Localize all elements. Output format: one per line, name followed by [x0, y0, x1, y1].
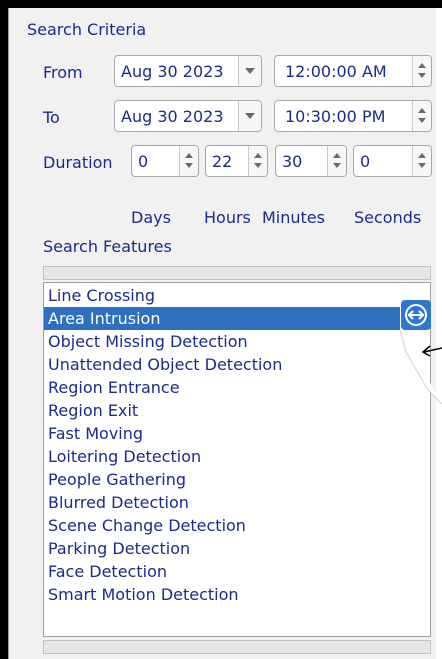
features-top-scrollbar[interactable]: [43, 266, 431, 280]
to-time-spinner[interactable]: [412, 101, 431, 131]
duration-days-value: 0: [138, 152, 149, 171]
from-date-select[interactable]: Aug 30 2023: [114, 55, 262, 87]
duration-seconds-spinbox[interactable]: 0: [353, 145, 432, 177]
to-time-value: 10:30:00 PM: [285, 107, 386, 126]
spin-down-icon[interactable]: [254, 163, 262, 168]
unit-days-label: Days: [131, 208, 171, 227]
duration-hours-spinner[interactable]: [248, 146, 267, 176]
chevron-down-icon: [245, 113, 255, 119]
list-item-line-crossing[interactable]: Line Crossing: [44, 284, 400, 307]
double-arrow-icon: [407, 310, 425, 320]
spin-down-icon[interactable]: [418, 73, 426, 78]
list-item-object-missing-detection[interactable]: Object Missing Detection: [44, 330, 400, 353]
duration-hours-spinbox[interactable]: 22: [205, 145, 268, 177]
move-horizontal-icon[interactable]: [401, 300, 431, 330]
list-item-unattended-object-detection[interactable]: Unattended Object Detection: [44, 353, 400, 376]
from-time-value: 12:00:00 AM: [285, 62, 387, 81]
to-label: To: [43, 108, 60, 127]
to-time-spinbox[interactable]: 10:30:00 PM: [274, 100, 432, 132]
search-features-title: Search Features: [43, 237, 172, 256]
spin-down-icon[interactable]: [418, 163, 426, 168]
duration-seconds-value: 0: [360, 152, 371, 171]
from-time-spinner[interactable]: [412, 56, 431, 86]
spin-up-icon[interactable]: [254, 153, 262, 158]
duration-label: Duration: [43, 153, 113, 172]
duration-days-spinbox[interactable]: 0: [131, 145, 199, 177]
spin-down-icon[interactable]: [185, 163, 193, 168]
list-item-fast-moving[interactable]: Fast Moving: [44, 422, 400, 445]
features-bottom-scrollbar[interactable]: [43, 640, 431, 654]
list-item-people-gathering[interactable]: People Gathering: [44, 468, 400, 491]
search-criteria-title: Search Criteria: [27, 20, 147, 39]
list-item-area-intrusion[interactable]: Area Intrusion: [44, 307, 400, 330]
duration-hours-value: 22: [212, 152, 233, 171]
to-date-value: Aug 30 2023: [121, 107, 224, 126]
duration-minutes-spinbox[interactable]: 30: [275, 145, 347, 177]
to-date-select[interactable]: Aug 30 2023: [114, 100, 262, 132]
from-time-spinbox[interactable]: 12:00:00 AM: [274, 55, 432, 87]
duration-minutes-value: 30: [282, 152, 303, 171]
chevron-down-icon: [245, 68, 255, 74]
unit-hours-label: Hours: [204, 208, 251, 227]
duration-seconds-spinner[interactable]: [412, 146, 431, 176]
list-item-parking-detection[interactable]: Parking Detection: [44, 537, 400, 560]
spin-up-icon[interactable]: [418, 153, 426, 158]
duration-days-spinner[interactable]: [179, 146, 198, 176]
spin-up-icon[interactable]: [185, 153, 193, 158]
unit-minutes-label: Minutes: [262, 208, 325, 227]
from-label: From: [43, 63, 83, 82]
from-date-dropdown-button[interactable]: [238, 56, 261, 86]
spin-up-icon[interactable]: [418, 63, 426, 68]
spin-up-icon[interactable]: [418, 108, 426, 113]
search-features-list[interactable]: Line Crossing Area Intrusion Object Miss…: [43, 282, 431, 637]
list-item-blurred-detection[interactable]: Blurred Detection: [44, 491, 400, 514]
spin-down-icon[interactable]: [333, 163, 341, 168]
list-item-smart-motion-detection[interactable]: Smart Motion Detection: [44, 583, 400, 606]
spin-up-icon[interactable]: [333, 153, 341, 158]
list-item-face-detection[interactable]: Face Detection: [44, 560, 400, 583]
arrow-pointer-icon: [399, 330, 442, 404]
from-date-value: Aug 30 2023: [121, 62, 224, 81]
list-item-region-exit[interactable]: Region Exit: [44, 399, 400, 422]
list-item-scene-change-detection[interactable]: Scene Change Detection: [44, 514, 400, 537]
duration-minutes-spinner[interactable]: [327, 146, 346, 176]
unit-seconds-label: Seconds: [354, 208, 422, 227]
spin-down-icon[interactable]: [418, 118, 426, 123]
list-item-loitering-detection[interactable]: Loitering Detection: [44, 445, 400, 468]
to-date-dropdown-button[interactable]: [238, 101, 261, 131]
list-item-region-entrance[interactable]: Region Entrance: [44, 376, 400, 399]
